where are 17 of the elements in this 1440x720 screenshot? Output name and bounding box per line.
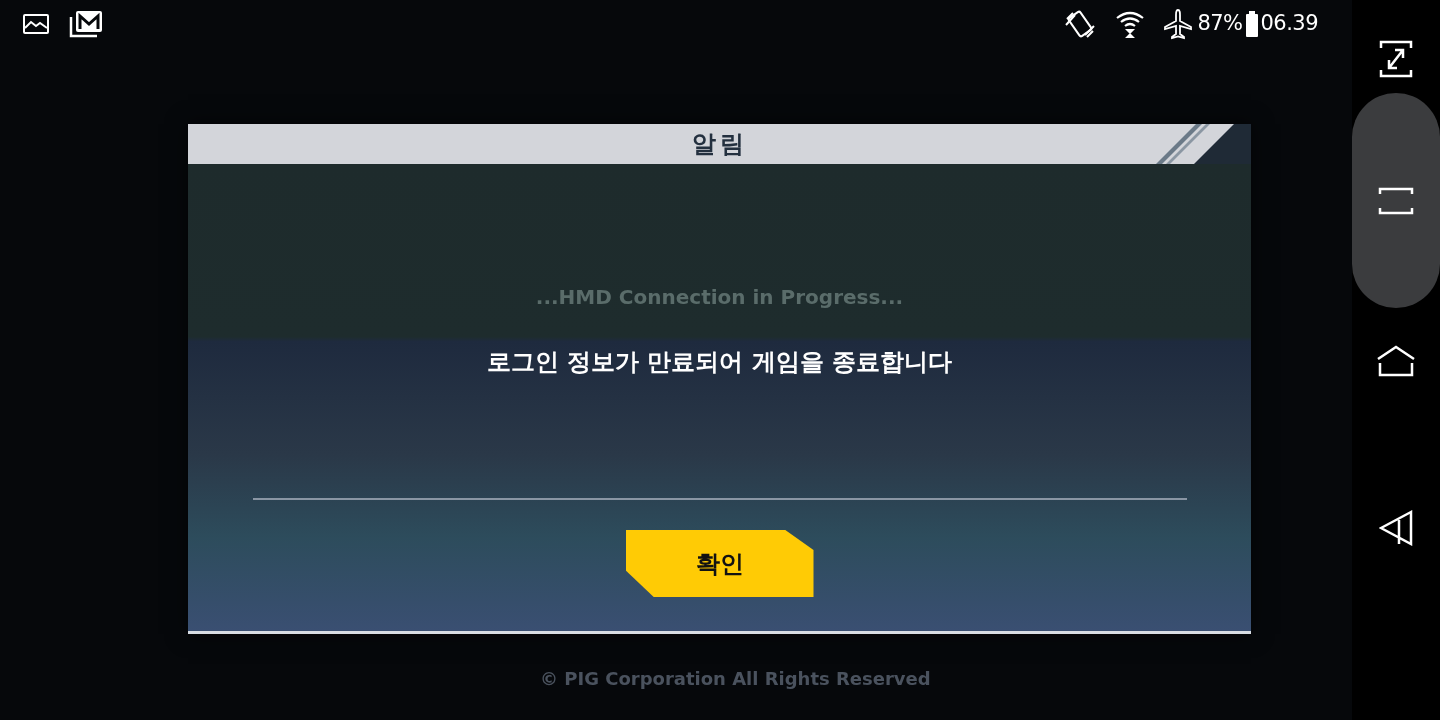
home-icon[interactable] — [1376, 345, 1416, 377]
back-icon[interactable] — [1379, 510, 1413, 546]
battery-percent: 87% — [1197, 10, 1243, 38]
airplane-icon — [1163, 8, 1194, 40]
vibrate-icon — [1063, 9, 1098, 39]
wifi-icon — [1115, 9, 1146, 39]
recents-icon — [1378, 185, 1414, 216]
dialog-message: 로그인 정보가 만료되어 게임을 종료합니다 — [486, 347, 953, 378]
connection-status-text: ...HMD Connection in Progress... — [535, 284, 904, 311]
dialog-title: 알림 — [691, 129, 748, 160]
expand-icon[interactable] — [1379, 40, 1413, 78]
confirm-button[interactable]: 확인 — [625, 530, 814, 597]
battery-icon — [1244, 11, 1259, 37]
image-icon — [22, 13, 50, 35]
copyright-text: © PIG Corporation All Rights Reserved — [540, 668, 931, 689]
clock-time: 06.39 — [1260, 10, 1318, 38]
mail-icon — [68, 9, 104, 39]
